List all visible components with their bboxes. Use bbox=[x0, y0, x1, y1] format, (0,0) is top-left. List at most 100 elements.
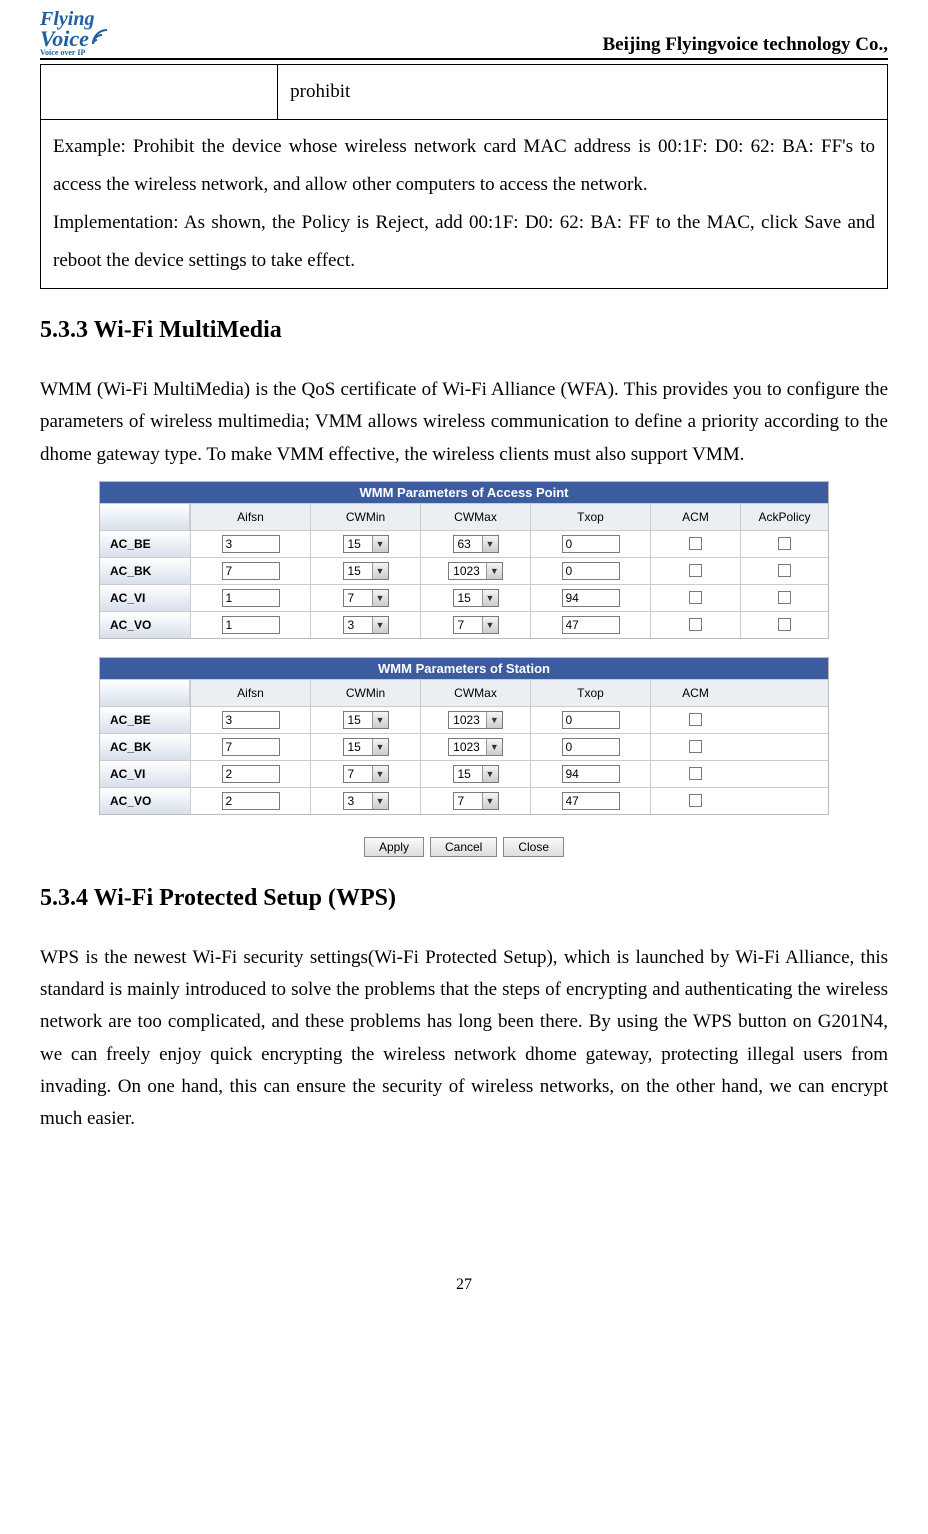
col-cwmax: CWMax bbox=[420, 504, 530, 530]
wmm-st-header-row: Aifsn CWMin CWMax Txop ACM bbox=[100, 679, 828, 706]
select-dropdown[interactable]: 15▼ bbox=[453, 589, 499, 607]
text-input[interactable] bbox=[562, 792, 620, 810]
chevron-down-icon: ▼ bbox=[372, 712, 388, 728]
text-input[interactable] bbox=[222, 711, 280, 729]
select-value: 7 bbox=[454, 794, 482, 808]
text-input[interactable] bbox=[562, 738, 620, 756]
policy-example-cell: Example: Prohibit the device whose wirel… bbox=[41, 119, 888, 288]
checkbox[interactable] bbox=[689, 618, 702, 631]
col-aifsn: Aifsn bbox=[190, 504, 310, 530]
select-dropdown[interactable]: 3▼ bbox=[343, 616, 389, 634]
chevron-down-icon: ▼ bbox=[482, 536, 498, 552]
cell-txop bbox=[530, 531, 650, 557]
select-value: 15 bbox=[454, 591, 482, 605]
text-input[interactable] bbox=[222, 589, 280, 607]
cell-txop bbox=[530, 788, 650, 814]
col-acm: ACM bbox=[650, 680, 740, 706]
wmm-ap-panel: WMM Parameters of Access Point Aifsn CWM… bbox=[99, 481, 829, 639]
row-label: AC_BK bbox=[100, 558, 190, 584]
apply-button[interactable]: Apply bbox=[364, 837, 424, 857]
page-header: Flying Voice Voice over IP Beijing Flyin… bbox=[40, 10, 888, 60]
text-input[interactable] bbox=[222, 562, 280, 580]
text-input[interactable] bbox=[222, 616, 280, 634]
cell-cwmax: 15▼ bbox=[420, 585, 530, 611]
checkbox[interactable] bbox=[689, 713, 702, 726]
section-534-heading: 5.3.4 Wi-Fi Protected Setup (WPS) bbox=[40, 885, 888, 912]
select-dropdown[interactable]: 15▼ bbox=[343, 711, 389, 729]
cell-aifsn bbox=[190, 788, 310, 814]
checkbox[interactable] bbox=[689, 740, 702, 753]
checkbox[interactable] bbox=[689, 794, 702, 807]
select-dropdown[interactable]: 15▼ bbox=[343, 562, 389, 580]
checkbox[interactable] bbox=[778, 618, 791, 631]
checkbox[interactable] bbox=[778, 537, 791, 550]
select-dropdown[interactable]: 7▼ bbox=[453, 616, 499, 634]
wave-icon bbox=[91, 28, 109, 49]
policy-example: Example: Prohibit the device whose wirel… bbox=[53, 136, 875, 195]
cell-txop bbox=[530, 585, 650, 611]
cell-cwmin: 15▼ bbox=[310, 707, 420, 733]
close-button[interactable]: Close bbox=[503, 837, 564, 857]
cancel-button[interactable]: Cancel bbox=[430, 837, 497, 857]
select-dropdown[interactable]: 15▼ bbox=[343, 535, 389, 553]
select-dropdown[interactable]: 7▼ bbox=[343, 589, 389, 607]
select-value: 7 bbox=[344, 767, 372, 781]
select-value: 7 bbox=[454, 618, 482, 632]
text-input[interactable] bbox=[222, 738, 280, 756]
cell-acm bbox=[650, 707, 740, 733]
checkbox[interactable] bbox=[689, 767, 702, 780]
cell-aifsn bbox=[190, 585, 310, 611]
row-label: AC_VO bbox=[100, 788, 190, 814]
text-input[interactable] bbox=[562, 589, 620, 607]
cell-txop bbox=[530, 558, 650, 584]
text-input[interactable] bbox=[562, 535, 620, 553]
select-dropdown[interactable]: 15▼ bbox=[343, 738, 389, 756]
select-value: 15 bbox=[344, 564, 372, 578]
cell-txop bbox=[530, 707, 650, 733]
cell-cwmin: 15▼ bbox=[310, 558, 420, 584]
checkbox[interactable] bbox=[689, 564, 702, 577]
wmm-ap-header-blank bbox=[100, 504, 190, 530]
select-dropdown[interactable]: 7▼ bbox=[453, 792, 499, 810]
company-name: Beijing Flyingvoice technology Co., bbox=[602, 34, 888, 56]
text-input[interactable] bbox=[562, 765, 620, 783]
text-input[interactable] bbox=[222, 535, 280, 553]
cell-ackpolicy bbox=[740, 558, 828, 584]
wmm-station-panel: WMM Parameters of Station Aifsn CWMin CW… bbox=[99, 657, 829, 815]
text-input[interactable] bbox=[562, 711, 620, 729]
select-value: 1023 bbox=[449, 564, 486, 578]
text-input[interactable] bbox=[562, 616, 620, 634]
col-ackpolicy: AckPolicy bbox=[740, 504, 828, 530]
wmm-st-header-blank bbox=[100, 680, 190, 706]
cell-aifsn bbox=[190, 558, 310, 584]
cell-acm bbox=[650, 558, 740, 584]
chevron-down-icon: ▼ bbox=[372, 793, 388, 809]
text-input[interactable] bbox=[562, 562, 620, 580]
select-dropdown[interactable]: 1023▼ bbox=[448, 562, 503, 580]
select-dropdown[interactable]: 1023▼ bbox=[448, 711, 503, 729]
select-dropdown[interactable]: 15▼ bbox=[453, 765, 499, 783]
text-input[interactable] bbox=[222, 792, 280, 810]
row-label: AC_BE bbox=[100, 531, 190, 557]
wmm-container: WMM Parameters of Access Point Aifsn CWM… bbox=[99, 481, 829, 857]
select-dropdown[interactable]: 3▼ bbox=[343, 792, 389, 810]
cell-cwmin: 3▼ bbox=[310, 788, 420, 814]
chevron-down-icon: ▼ bbox=[372, 617, 388, 633]
logo-tag: Voice over IP bbox=[40, 49, 109, 56]
text-input[interactable] bbox=[222, 765, 280, 783]
cell-cwmax: 1023▼ bbox=[420, 558, 530, 584]
checkbox[interactable] bbox=[778, 591, 791, 604]
cell-ackpolicy bbox=[740, 585, 828, 611]
chevron-down-icon: ▼ bbox=[372, 563, 388, 579]
cell-txop bbox=[530, 761, 650, 787]
select-dropdown[interactable]: 7▼ bbox=[343, 765, 389, 783]
checkbox[interactable] bbox=[689, 537, 702, 550]
checkbox[interactable] bbox=[778, 564, 791, 577]
cell-cwmax: 1023▼ bbox=[420, 734, 530, 760]
cell-acm bbox=[650, 761, 740, 787]
row-label: AC_VI bbox=[100, 585, 190, 611]
chevron-down-icon: ▼ bbox=[482, 590, 498, 606]
select-dropdown[interactable]: 63▼ bbox=[453, 535, 499, 553]
select-dropdown[interactable]: 1023▼ bbox=[448, 738, 503, 756]
checkbox[interactable] bbox=[689, 591, 702, 604]
